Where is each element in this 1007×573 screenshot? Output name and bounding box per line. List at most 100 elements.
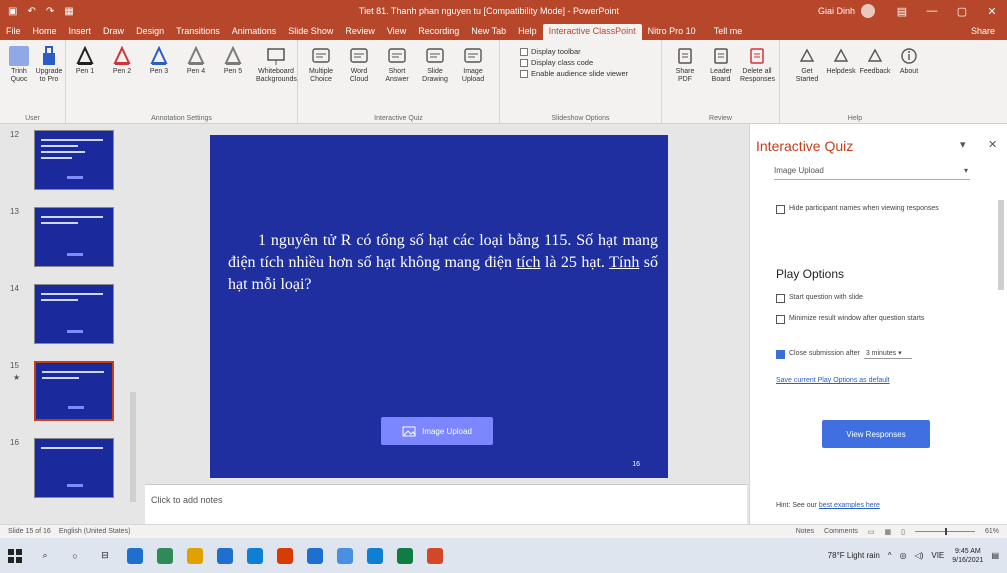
slide-thumbnail[interactable]: 14 <box>8 284 145 350</box>
share-pdf-button[interactable]: Share PDF <box>668 44 702 84</box>
volume-icon[interactable]: ◁) <box>915 551 924 560</box>
user-button[interactable]: Trinh Quoc <box>4 44 34 84</box>
tab-slide-show[interactable]: Slide Show <box>282 24 339 40</box>
network-icon[interactable]: ◎ <box>900 551 907 560</box>
share-button[interactable]: Share <box>965 24 1001 40</box>
hide-names-checkbox[interactable]: Hide participant names when viewing resp… <box>776 204 966 214</box>
taskbar-app-icon[interactable] <box>300 544 330 568</box>
thumbnail-preview[interactable] <box>34 361 114 421</box>
tab-help[interactable]: Help <box>512 24 543 40</box>
weather-status[interactable]: 78°F Light rain <box>828 551 880 560</box>
taskbar-app-icon[interactable] <box>270 544 300 568</box>
notes-pane[interactable]: Click to add notes <box>145 484 747 524</box>
tab-draw[interactable]: Draw <box>97 24 130 40</box>
taskbar-app-icon[interactable] <box>390 544 420 568</box>
slide-drawing-button[interactable]: Slide Drawing <box>418 44 452 84</box>
image-upload-button[interactable]: Image Upload <box>456 44 490 84</box>
normal-view-icon[interactable]: ▭ <box>868 528 875 536</box>
tab-insert[interactable]: Insert <box>63 24 98 40</box>
leader-board-button[interactable]: Leader Board <box>704 44 738 84</box>
notifications-icon[interactable]: ▤ <box>991 551 999 560</box>
close-after-checkbox[interactable]: Close submission after 3 minutes ▾ <box>776 349 976 359</box>
user-name[interactable]: Giai Dinh <box>818 6 855 16</box>
upgrade-button[interactable]: Upgrade to Pro <box>34 44 64 84</box>
thumbnail-preview[interactable] <box>34 130 114 190</box>
whiteboard-button[interactable]: Whiteboard Backgrounds <box>256 44 297 84</box>
minimize-icon[interactable]: — <box>917 5 947 17</box>
slide-scrollbar[interactable] <box>735 124 747 484</box>
pen-1-button[interactable]: Pen 1 <box>70 44 100 76</box>
quiz-type-dropdown[interactable]: Image Upload ▾ <box>774 164 970 180</box>
tab-recording[interactable]: Recording <box>412 24 465 40</box>
clock[interactable]: 9:45 AM 9/16/2021 <box>952 547 983 565</box>
taskbar-app-icon[interactable] <box>330 544 360 568</box>
multiple-choice-button[interactable]: Multiple Choice <box>304 44 338 84</box>
about-button[interactable]: About <box>892 44 926 76</box>
tab-new-tab[interactable]: New Tab <box>465 24 512 40</box>
tray-arrow-icon[interactable]: ^ <box>888 551 892 560</box>
pane-scrollbar[interactable] <box>997 164 1005 464</box>
tab-design[interactable]: Design <box>130 24 170 40</box>
input-language[interactable]: VIE <box>931 551 944 560</box>
short-answer-button[interactable]: Short Answer <box>380 44 414 84</box>
thumbnail-preview[interactable] <box>34 207 114 267</box>
thumbnail-preview[interactable] <box>34 284 114 344</box>
tab-interactive-classpoint[interactable]: Interactive ClassPoint <box>542 24 642 40</box>
pane-options-icon[interactable]: ▾ <box>960 138 966 151</box>
undo-icon[interactable]: ↶ <box>27 6 35 17</box>
save-default-link[interactable]: Save current Play Options as default <box>776 377 890 384</box>
start-with-slide-checkbox[interactable]: Start question with slide <box>776 293 966 303</box>
comments-button[interactable]: Comments <box>824 528 858 535</box>
feedback-button[interactable]: Feedback <box>858 44 892 76</box>
search-icon[interactable]: ⌕ <box>30 544 60 568</box>
enable-audience-slide-viewer-checkbox[interactable]: Enable audience slide viewer <box>520 68 628 79</box>
task-view-icon[interactable]: ○ <box>60 544 90 568</box>
slide-thumbnail[interactable]: 12 <box>8 130 145 196</box>
tab-animations[interactable]: Animations <box>226 24 283 40</box>
word-cloud-button[interactable]: Word Cloud <box>342 44 376 84</box>
helpdesk-button[interactable]: Helpdesk <box>824 44 858 76</box>
thumbnail-preview[interactable] <box>34 438 114 498</box>
pen-5-button[interactable]: Pen 5 <box>218 44 248 76</box>
taskbar-app-icon[interactable] <box>150 544 180 568</box>
tab-review[interactable]: Review <box>339 24 381 40</box>
display-class-code-checkbox[interactable]: Display class code <box>520 57 628 68</box>
start-icon[interactable] <box>0 544 30 568</box>
taskbar-app-icon[interactable] <box>210 544 240 568</box>
zoom-level[interactable]: 61% <box>985 528 999 535</box>
maximize-icon[interactable]: ▢ <box>947 5 977 18</box>
get-started-button[interactable]: Get Started <box>790 44 824 84</box>
close-icon[interactable]: ✕ <box>977 5 1007 18</box>
slide-thumbnail[interactable]: 13 <box>8 207 145 273</box>
tab-transitions[interactable]: Transitions <box>170 24 226 40</box>
reading-view-icon[interactable]: ▯ <box>901 528 905 536</box>
zoom-slider[interactable] <box>914 528 975 535</box>
taskbar-app-icon[interactable] <box>180 544 210 568</box>
current-slide[interactable]: 1 nguyên tử R có tổng số hạt các loại bằ… <box>210 135 668 478</box>
slide-thumbnail[interactable]: 16 <box>8 438 145 504</box>
tab-file[interactable]: File <box>0 24 27 40</box>
taskbar-app-icon[interactable] <box>420 544 450 568</box>
ribbon-display-icon[interactable]: ▤ <box>887 5 917 18</box>
slide-question-text[interactable]: 1 nguyên tử R có tổng số hạt các loại bằ… <box>228 230 658 296</box>
close-time-select[interactable]: 3 minutes ▾ <box>863 349 912 359</box>
examples-link[interactable]: best examples here <box>819 502 880 509</box>
taskbar-app-icon[interactable] <box>120 544 150 568</box>
taskbar-app-icon[interactable] <box>240 544 270 568</box>
delete-all-responses-button[interactable]: Delete all Responses <box>740 44 775 84</box>
sorter-view-icon[interactable]: ▦ <box>885 528 892 536</box>
tell-me-search[interactable]: Tell me <box>708 24 749 40</box>
language-status[interactable]: English (United States) <box>59 528 131 535</box>
view-responses-button[interactable]: View Responses <box>822 420 930 448</box>
present-icon[interactable]: ▦ <box>64 6 73 17</box>
thumbnail-scrollbar[interactable] <box>128 124 138 524</box>
tab-nitro-pro-10[interactable]: Nitro Pro 10 <box>642 24 702 40</box>
pen-4-button[interactable]: Pen 4 <box>181 44 211 76</box>
slide-thumbnail[interactable]: 15 ★ <box>8 361 145 427</box>
display-toolbar-checkbox[interactable]: Display toolbar <box>520 46 628 57</box>
pane-close-icon[interactable]: ✕ <box>988 138 997 151</box>
tab-view[interactable]: View <box>381 24 412 40</box>
pen-3-button[interactable]: Pen 3 <box>144 44 174 76</box>
taskbar-app-icon[interactable] <box>360 544 390 568</box>
minimize-checkbox[interactable]: Minimize result window after question st… <box>776 314 966 324</box>
